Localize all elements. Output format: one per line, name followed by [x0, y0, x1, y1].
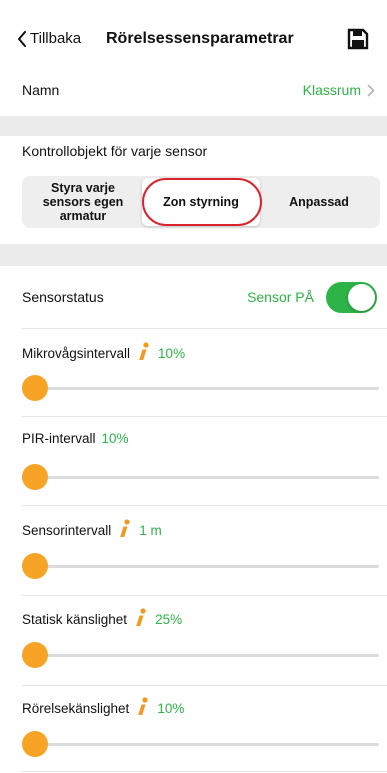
segment-custom[interactable]: Anpassad — [260, 178, 378, 226]
slider-track — [22, 387, 379, 390]
divider — [22, 505, 387, 506]
info-icon[interactable] — [135, 697, 149, 720]
divider — [22, 595, 387, 596]
motion-sensitivity-value: 10% — [157, 701, 185, 716]
static-sensitivity-label-row: Statisk känslighet 25% — [22, 608, 182, 631]
segment-own-luminaire-label: Styra varje sensors egen armatur — [42, 181, 124, 223]
control-object-segmented: Styra varje sensors egen armatur Zon sty… — [22, 176, 380, 228]
static-sensitivity-label: Statisk känslighet — [22, 612, 128, 627]
divider — [22, 328, 387, 329]
name-row[interactable]: Namn Klassrum — [0, 66, 387, 114]
sensor-status-label: Sensorstatus — [22, 289, 104, 305]
slider-track — [22, 476, 379, 479]
slider-thumb[interactable] — [22, 464, 48, 490]
segment-custom-label: Anpassad — [289, 195, 349, 209]
segment-own-luminaire[interactable]: Styra varje sensors egen armatur — [24, 178, 142, 226]
motion-sensitivity-label: Rörelsekänslighet — [22, 701, 130, 716]
sensor-interval-label-row: Sensorintervall 1 m — [22, 519, 162, 542]
sensor-interval-label: Sensorintervall — [22, 523, 112, 538]
slider-thumb[interactable] — [22, 553, 48, 579]
static-sensitivity-value: 25% — [155, 612, 183, 627]
microwave-interval-label: Mikrovågsintervall — [22, 346, 131, 361]
microwave-interval-label-row: Mikrovågsintervall 10% — [22, 342, 185, 365]
motion-sensitivity-label-row: Rörelsekänslighet 10% — [22, 697, 184, 720]
chevron-right-icon — [367, 84, 375, 96]
screen: Tillbaka Rörelsessensparametrar Namn Kla… — [0, 0, 387, 773]
pir-interval-value: 10% — [101, 431, 129, 446]
back-button[interactable]: Tillbaka — [17, 30, 81, 47]
info-icon[interactable] — [133, 608, 147, 631]
name-value-group: Klassrum — [303, 82, 375, 98]
motion-sensitivity-slider[interactable] — [22, 731, 379, 757]
name-label: Namn — [22, 82, 60, 98]
microwave-interval-value: 10% — [158, 346, 186, 361]
save-button[interactable] — [347, 28, 369, 50]
static-sensitivity-slider[interactable] — [22, 642, 379, 668]
sensor-interval-slider[interactable] — [22, 553, 379, 579]
segment-zone-control[interactable]: Zon styrning — [142, 178, 260, 226]
page-title: Rörelsessensparametrar — [106, 30, 294, 47]
name-value: Klassrum — [302, 82, 361, 98]
sensor-interval-value: 1 m — [139, 523, 162, 538]
divider — [22, 416, 387, 417]
sensor-status-control: Sensor PÅ — [247, 281, 377, 313]
info-icon[interactable] — [136, 342, 150, 365]
section-separator — [0, 116, 387, 136]
pir-interval-label-row: PIR-intervall 10% — [22, 431, 129, 446]
section-separator — [0, 244, 387, 266]
divider — [22, 771, 387, 772]
microwave-interval-slider[interactable] — [22, 375, 379, 401]
slider-track — [22, 654, 379, 657]
segment-zone-control-label: Zon styrning — [163, 195, 239, 209]
slider-track — [22, 743, 379, 746]
sensor-status-text: Sensor PÅ — [247, 289, 314, 305]
slider-thumb[interactable] — [22, 731, 48, 757]
pir-interval-slider[interactable] — [22, 464, 379, 490]
divider — [22, 685, 387, 686]
toggle-knob — [348, 283, 375, 311]
slider-thumb[interactable] — [22, 642, 48, 668]
sensor-status-row: Sensorstatus Sensor PÅ — [0, 274, 387, 320]
info-icon[interactable] — [117, 519, 131, 542]
control-section-title: Kontrollobjekt för varje sensor — [22, 143, 208, 159]
slider-track — [22, 565, 379, 568]
slider-thumb[interactable] — [22, 375, 48, 401]
floppy-disk-icon — [347, 28, 369, 50]
sensor-toggle[interactable] — [326, 281, 377, 313]
back-label: Tillbaka — [30, 30, 82, 47]
pir-interval-label: PIR-intervall — [22, 431, 96, 446]
chevron-left-icon — [18, 30, 26, 47]
